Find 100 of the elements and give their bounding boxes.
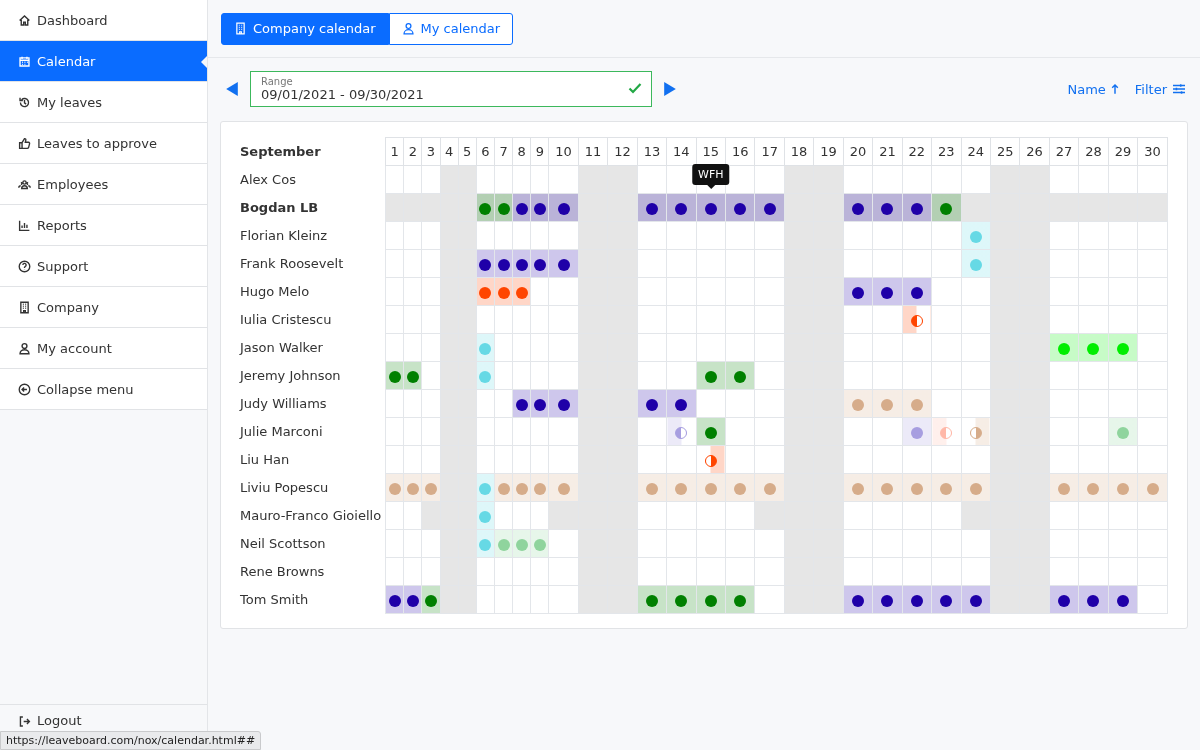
leave-dot[interactable]	[645, 202, 658, 215]
leave-dot[interactable]	[479, 202, 492, 215]
leave-dot[interactable]	[734, 370, 747, 383]
leave-dot[interactable]	[704, 370, 717, 383]
calendar-tab[interactable]: My calendar	[388, 12, 514, 45]
leave-dot[interactable]	[940, 426, 953, 439]
leave-dot[interactable]	[533, 398, 546, 411]
leave-dot[interactable]	[388, 594, 401, 607]
leave-dot[interactable]	[910, 594, 923, 607]
leave-dot[interactable]	[479, 510, 492, 523]
sidebar-item[interactable]: Reports	[0, 205, 207, 246]
leave-dot[interactable]	[704, 454, 717, 467]
leave-dot[interactable]	[515, 286, 528, 299]
leave-dot[interactable]	[910, 202, 923, 215]
leave-dot[interactable]	[1116, 482, 1129, 495]
leave-dot[interactable]	[1116, 426, 1129, 439]
leave-dot[interactable]	[424, 482, 437, 495]
leave-dot[interactable]	[910, 398, 923, 411]
leave-dot[interactable]	[969, 482, 982, 495]
leave-dot[interactable]	[406, 594, 419, 607]
filter-button[interactable]: Filter	[1132, 81, 1188, 97]
leave-dot[interactable]	[881, 202, 894, 215]
leave-dot[interactable]	[940, 594, 953, 607]
leave-dot[interactable]	[1087, 594, 1100, 607]
sidebar-item[interactable]: Leaves to approve	[0, 123, 207, 164]
leave-dot[interactable]	[910, 482, 923, 495]
leave-dot[interactable]	[424, 594, 437, 607]
leave-dot[interactable]	[406, 370, 419, 383]
leave-dot[interactable]	[851, 594, 864, 607]
sidebar-item[interactable]: Collapse menu	[0, 369, 207, 410]
calendar-tab[interactable]: Company calendar	[221, 12, 389, 45]
sidebar-item[interactable]: Calendar	[0, 41, 207, 82]
leave-dot[interactable]	[969, 594, 982, 607]
leave-dot[interactable]	[1087, 482, 1100, 495]
leave-dot[interactable]	[851, 482, 864, 495]
sort-button[interactable]: Name	[1065, 81, 1121, 97]
leave-dot[interactable]	[557, 398, 570, 411]
sidebar-item[interactable]: Employees	[0, 164, 207, 205]
leave-dot[interactable]	[515, 202, 528, 215]
leave-dot[interactable]	[388, 370, 401, 383]
leave-dot[interactable]	[479, 482, 492, 495]
leave-dot[interactable]	[910, 314, 923, 327]
leave-dot[interactable]	[533, 538, 546, 551]
leave-dot[interactable]	[969, 230, 982, 243]
leave-dot[interactable]	[515, 398, 528, 411]
leave-dot[interactable]	[533, 202, 546, 215]
range-field[interactable]: Range 09/01/2021 - 09/30/2021	[250, 71, 652, 107]
leave-dot[interactable]	[1087, 342, 1100, 355]
leave-dot[interactable]	[910, 426, 923, 439]
leave-dot[interactable]	[969, 258, 982, 271]
leave-dot[interactable]	[881, 398, 894, 411]
leave-dot[interactable]	[497, 538, 510, 551]
leave-dot[interactable]	[675, 398, 688, 411]
leave-dot[interactable]	[515, 258, 528, 271]
leave-dot[interactable]	[557, 258, 570, 271]
leave-dot[interactable]	[557, 202, 570, 215]
leave-dot[interactable]	[1058, 594, 1071, 607]
leave-dot[interactable]	[1146, 482, 1159, 495]
leave-dot[interactable]	[645, 594, 658, 607]
leave-dot[interactable]	[734, 594, 747, 607]
leave-dot[interactable]	[479, 258, 492, 271]
leave-dot[interactable]	[533, 258, 546, 271]
leave-dot[interactable]	[1058, 342, 1071, 355]
leave-dot[interactable]	[851, 286, 864, 299]
leave-dot[interactable]	[1116, 594, 1129, 607]
sidebar-item[interactable]: Support	[0, 246, 207, 287]
leave-dot[interactable]	[881, 482, 894, 495]
leave-dot[interactable]	[851, 398, 864, 411]
leave-dot[interactable]	[881, 594, 894, 607]
sidebar-item[interactable]: My leaves	[0, 82, 207, 123]
leave-dot[interactable]	[497, 202, 510, 215]
leave-dot[interactable]	[969, 426, 982, 439]
leave-dot[interactable]	[645, 482, 658, 495]
leave-dot[interactable]	[734, 202, 747, 215]
leave-dot[interactable]	[479, 538, 492, 551]
leave-dot[interactable]	[388, 482, 401, 495]
leave-dot[interactable]	[910, 286, 923, 299]
leave-dot[interactable]	[675, 482, 688, 495]
sidebar-item[interactable]: My account	[0, 328, 207, 369]
logout-item[interactable]: Logout	[0, 704, 207, 730]
leave-dot[interactable]	[406, 482, 419, 495]
leave-dot[interactable]	[675, 594, 688, 607]
leave-dot[interactable]	[704, 202, 717, 215]
leave-dot[interactable]	[704, 426, 717, 439]
leave-dot[interactable]	[497, 482, 510, 495]
leave-dot[interactable]	[881, 286, 894, 299]
leave-dot[interactable]	[675, 202, 688, 215]
sidebar-item[interactable]: Company	[0, 287, 207, 328]
leave-dot[interactable]	[1058, 482, 1071, 495]
leave-dot[interactable]	[497, 286, 510, 299]
leave-dot[interactable]	[1116, 342, 1129, 355]
leave-dot[interactable]	[763, 202, 776, 215]
leave-dot[interactable]	[940, 482, 953, 495]
leave-dot[interactable]	[940, 202, 953, 215]
leave-dot[interactable]	[851, 202, 864, 215]
leave-dot[interactable]	[704, 594, 717, 607]
leave-dot[interactable]	[763, 482, 776, 495]
leave-dot[interactable]	[479, 370, 492, 383]
leave-dot[interactable]	[557, 482, 570, 495]
leave-dot[interactable]	[515, 538, 528, 551]
